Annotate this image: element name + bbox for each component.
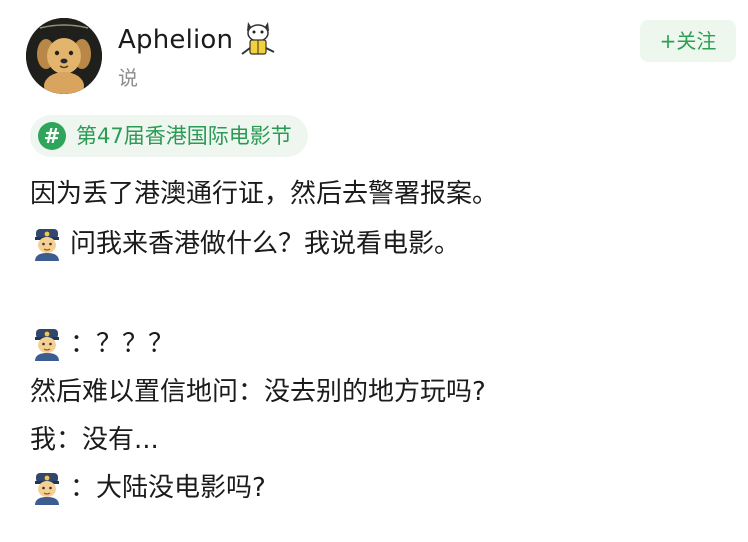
avatar[interactable] — [26, 18, 102, 94]
post-line-text: 我：没有... — [30, 425, 159, 455]
police-officer-icon — [35, 329, 59, 361]
police-officer-icon — [35, 229, 59, 261]
dog-avatar-icon — [26, 18, 102, 94]
follow-button[interactable]: +关注 — [640, 20, 736, 62]
post-verb: 说 — [118, 66, 138, 90]
post-line-text: ：大陆没电影吗? — [70, 473, 266, 503]
username[interactable]: Aphelion — [118, 22, 233, 58]
post-line: 我：没有... — [30, 422, 159, 458]
post-line: 然后难以置信地问：没去别的地方玩吗? — [30, 374, 486, 410]
cat-badge-icon — [236, 16, 280, 60]
police-officer-icon — [35, 473, 59, 505]
post-line-text: 问我来香港做什么？我说看电影。 — [70, 229, 461, 259]
post-line: 问我来香港做什么？我说看电影。 — [30, 226, 460, 262]
topic-label: 第47届香港国际电影节 — [76, 124, 292, 148]
post-line-text: ：？？？ — [70, 329, 175, 359]
post-line: 因为丢了港澳通行证，然后去警署报案。 — [30, 176, 498, 212]
hash-icon: # — [38, 122, 66, 150]
post-line: ：？？？ — [30, 326, 174, 362]
post-line: ：大陆没电影吗? — [30, 470, 266, 506]
topic-tag[interactable]: # 第47届香港国际电影节 — [30, 115, 308, 157]
post-line-text: 然后难以置信地问：没去别的地方玩吗? — [30, 377, 486, 407]
post-line-text: 因为丢了港澳通行证，然后去警署报案。 — [30, 179, 499, 209]
